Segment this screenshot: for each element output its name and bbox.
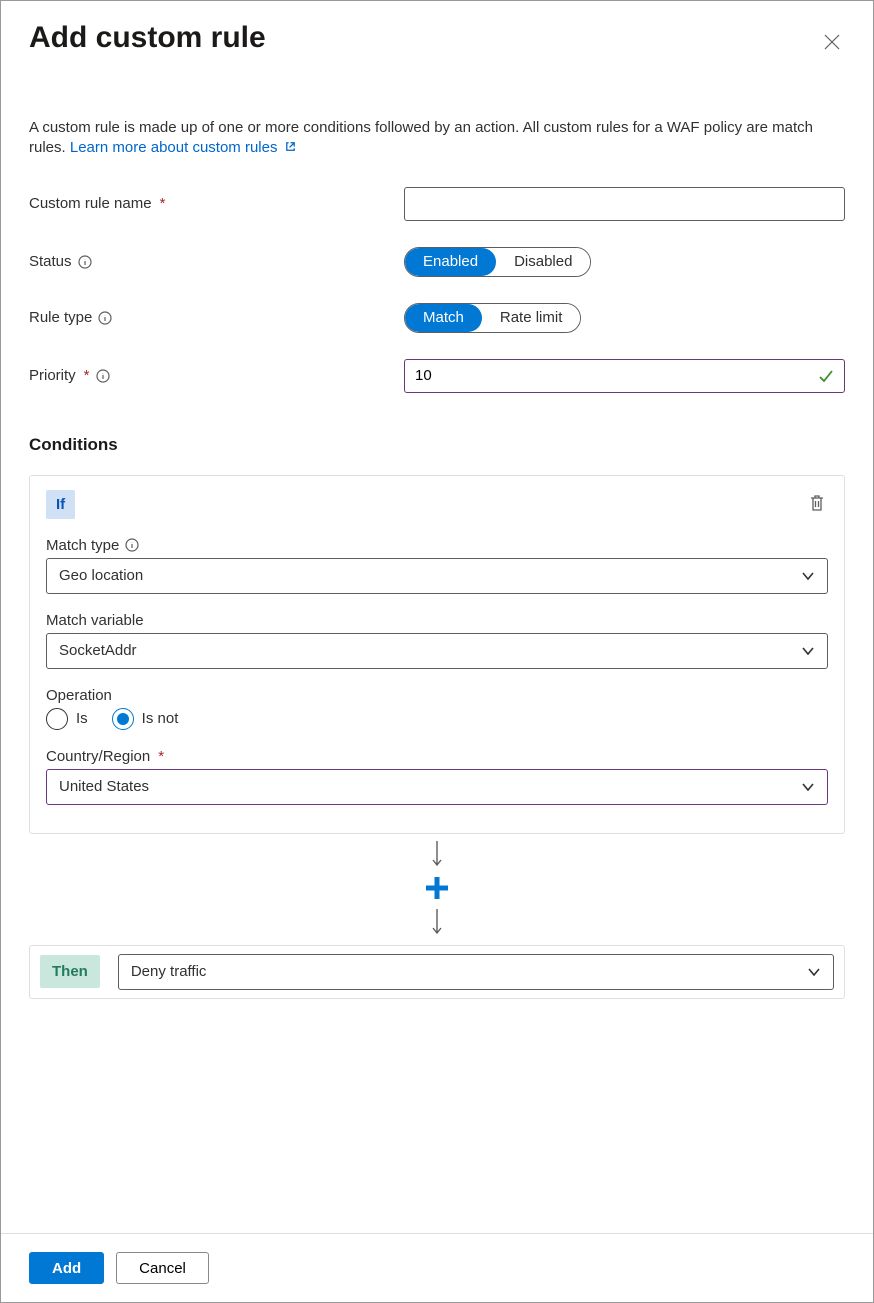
field-match-type: Match type Geo location bbox=[46, 537, 828, 594]
operation-radio-group: Is Is not bbox=[46, 708, 828, 730]
required-indicator: * bbox=[158, 748, 164, 765]
add-button[interactable]: Add bbox=[29, 1252, 104, 1284]
add-condition-button[interactable] bbox=[424, 875, 450, 904]
info-icon[interactable] bbox=[98, 311, 112, 325]
intro-text: A custom rule is made up of one or more … bbox=[29, 118, 845, 159]
match-variable-select[interactable]: SocketAddr bbox=[46, 633, 828, 669]
panel-title: Add custom rule bbox=[29, 21, 266, 55]
chevron-down-icon bbox=[807, 965, 821, 979]
delete-condition-button[interactable] bbox=[806, 491, 828, 518]
row-rule-name: Custom rule name * bbox=[29, 187, 845, 221]
rule-name-input[interactable] bbox=[404, 187, 845, 221]
condition-connector bbox=[29, 840, 845, 939]
country-select[interactable]: United States bbox=[46, 769, 828, 805]
operation-is-not[interactable]: Is not bbox=[112, 708, 179, 730]
row-priority: Priority * bbox=[29, 359, 845, 393]
chevron-down-icon bbox=[801, 569, 815, 583]
field-country: Country/Region * United States bbox=[46, 748, 828, 805]
label-match-variable: Match variable bbox=[46, 612, 144, 629]
plus-icon bbox=[424, 889, 450, 904]
learn-more-link[interactable]: Learn more about custom rules bbox=[70, 139, 297, 156]
then-row: Then Deny traffic bbox=[29, 945, 845, 999]
required-indicator: * bbox=[160, 195, 166, 212]
rule-type-match[interactable]: Match bbox=[405, 304, 482, 332]
arrow-down-icon bbox=[431, 840, 443, 871]
field-operation: Operation Is Is not bbox=[46, 687, 828, 730]
external-link-icon bbox=[284, 139, 297, 152]
then-badge: Then bbox=[40, 955, 100, 988]
condition-card: If Match type Geo location Match varia bbox=[29, 475, 845, 834]
status-disabled[interactable]: Disabled bbox=[496, 248, 590, 276]
label-operation: Operation bbox=[46, 687, 112, 704]
required-indicator: * bbox=[84, 367, 90, 384]
add-custom-rule-panel: Add custom rule A custom rule is made up… bbox=[1, 1, 873, 999]
label-match-type: Match type bbox=[46, 537, 119, 554]
match-type-select[interactable]: Geo location bbox=[46, 558, 828, 594]
trash-icon bbox=[808, 501, 826, 516]
status-toggle: Enabled Disabled bbox=[404, 247, 591, 277]
label-rule-name: Custom rule name bbox=[29, 195, 152, 212]
label-priority: Priority bbox=[29, 367, 76, 384]
status-enabled[interactable]: Enabled bbox=[405, 248, 496, 276]
info-icon[interactable] bbox=[78, 255, 92, 269]
field-match-variable: Match variable SocketAddr bbox=[46, 612, 828, 669]
rule-type-rate-limit[interactable]: Rate limit bbox=[482, 304, 581, 332]
label-status: Status bbox=[29, 253, 72, 270]
operation-is[interactable]: Is bbox=[46, 708, 88, 730]
row-rule-type: Rule type Match Rate limit bbox=[29, 303, 845, 333]
cancel-button[interactable]: Cancel bbox=[116, 1252, 209, 1284]
checkmark-icon bbox=[817, 367, 835, 385]
row-status: Status Enabled Disabled bbox=[29, 247, 845, 277]
label-rule-type: Rule type bbox=[29, 309, 92, 326]
priority-input[interactable] bbox=[404, 359, 845, 393]
conditions-heading: Conditions bbox=[29, 435, 845, 455]
chevron-down-icon bbox=[801, 644, 815, 658]
close-button[interactable] bbox=[819, 29, 845, 58]
chevron-down-icon bbox=[801, 780, 815, 794]
if-badge: If bbox=[46, 490, 75, 519]
info-icon[interactable] bbox=[96, 369, 110, 383]
radio-icon bbox=[112, 708, 134, 730]
info-icon[interactable] bbox=[125, 538, 139, 552]
arrow-down-icon bbox=[431, 908, 443, 939]
radio-icon bbox=[46, 708, 68, 730]
close-icon bbox=[823, 39, 841, 54]
label-country: Country/Region bbox=[46, 748, 150, 765]
action-select[interactable]: Deny traffic bbox=[118, 954, 834, 990]
rule-type-toggle: Match Rate limit bbox=[404, 303, 581, 333]
panel-header: Add custom rule bbox=[29, 21, 845, 58]
panel-footer: Add Cancel bbox=[1, 1233, 873, 1302]
